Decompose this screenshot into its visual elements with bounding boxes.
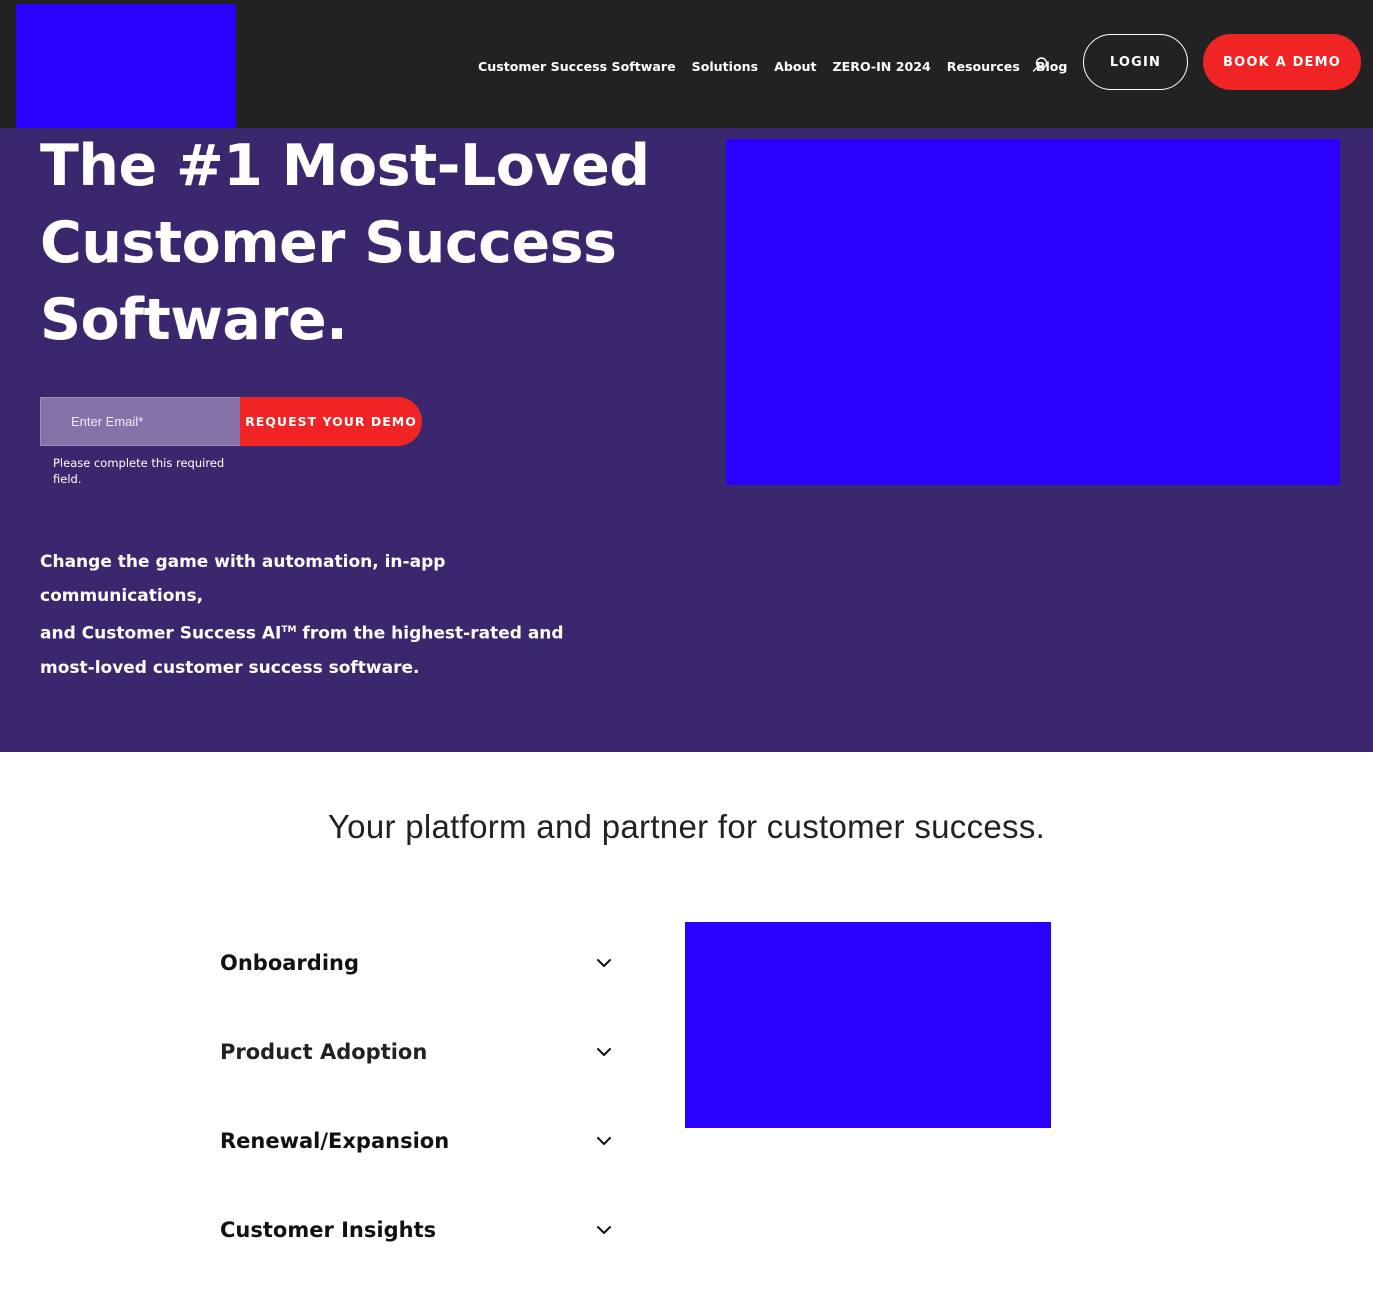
accordion-label: Onboarding <box>220 950 360 975</box>
hero-description-line: from the highest-rated and <box>296 623 564 644</box>
accordion-label: Renewal/Expansion <box>220 1128 450 1153</box>
main-nav: Customer Success Software Solutions Abou… <box>470 56 1075 76</box>
chevron-down-icon <box>597 1047 611 1056</box>
hero-description-line: Change the game with automation, in-app … <box>40 552 446 606</box>
search-icon[interactable] <box>1031 56 1049 74</box>
hero-section: The #1 Most-Loved Customer Success Softw… <box>0 128 1373 752</box>
login-button[interactable]: LOGIN <box>1083 34 1188 90</box>
hero-title: The #1 Most-Loved Customer Success Softw… <box>40 128 660 359</box>
book-demo-button[interactable]: BOOK A DEMO <box>1203 34 1361 90</box>
platform-image-placeholder <box>685 922 1051 1128</box>
hero-title-line: Software. <box>40 287 348 353</box>
nav-customer-success-software[interactable]: Customer Success Software <box>470 59 684 74</box>
hero-description-line: most-loved customer success software. <box>40 657 420 678</box>
nav-resources[interactable]: Resources <box>939 59 1028 74</box>
accordion-item-onboarding[interactable]: Onboarding <box>220 918 612 1007</box>
hero-description: Change the game with automation, in-app … <box>40 545 600 685</box>
accordion-item-renewal-expansion[interactable]: Renewal/Expansion <box>220 1096 612 1185</box>
accordion-label: Product Adoption <box>220 1039 428 1064</box>
nav-solutions[interactable]: Solutions <box>684 59 766 74</box>
accordion-item-customer-insights[interactable]: Customer Insights <box>220 1185 612 1274</box>
hero-description-line: and Customer Success AI <box>40 623 282 644</box>
hero-title-line: The #1 Most-Loved <box>40 133 650 199</box>
feature-accordion: Onboarding Product Adoption Renewal/Expa… <box>220 918 612 1274</box>
email-input[interactable] <box>40 397 240 446</box>
hero-title-line: Customer Success <box>40 210 617 276</box>
chevron-down-icon <box>597 1136 611 1145</box>
trademark-mark: TM <box>281 625 297 635</box>
email-error-message: Please complete this required field. <box>53 456 225 486</box>
nav-zero-in-2024[interactable]: ZERO-IN 2024 <box>825 59 939 74</box>
site-header: Customer Success Software Solutions Abou… <box>0 0 1373 128</box>
logo[interactable] <box>16 4 236 128</box>
request-demo-button[interactable]: REQUEST YOUR DEMO <box>240 397 422 446</box>
platform-title: Your platform and partner for customer s… <box>327 808 1046 845</box>
chevron-down-icon <box>597 1225 611 1234</box>
nav-about[interactable]: About <box>766 59 824 74</box>
accordion-item-product-adoption[interactable]: Product Adoption <box>220 1007 612 1096</box>
chevron-down-icon <box>597 958 611 967</box>
hero-video-placeholder[interactable] <box>726 139 1340 485</box>
accordion-label: Customer Insights <box>220 1217 437 1242</box>
